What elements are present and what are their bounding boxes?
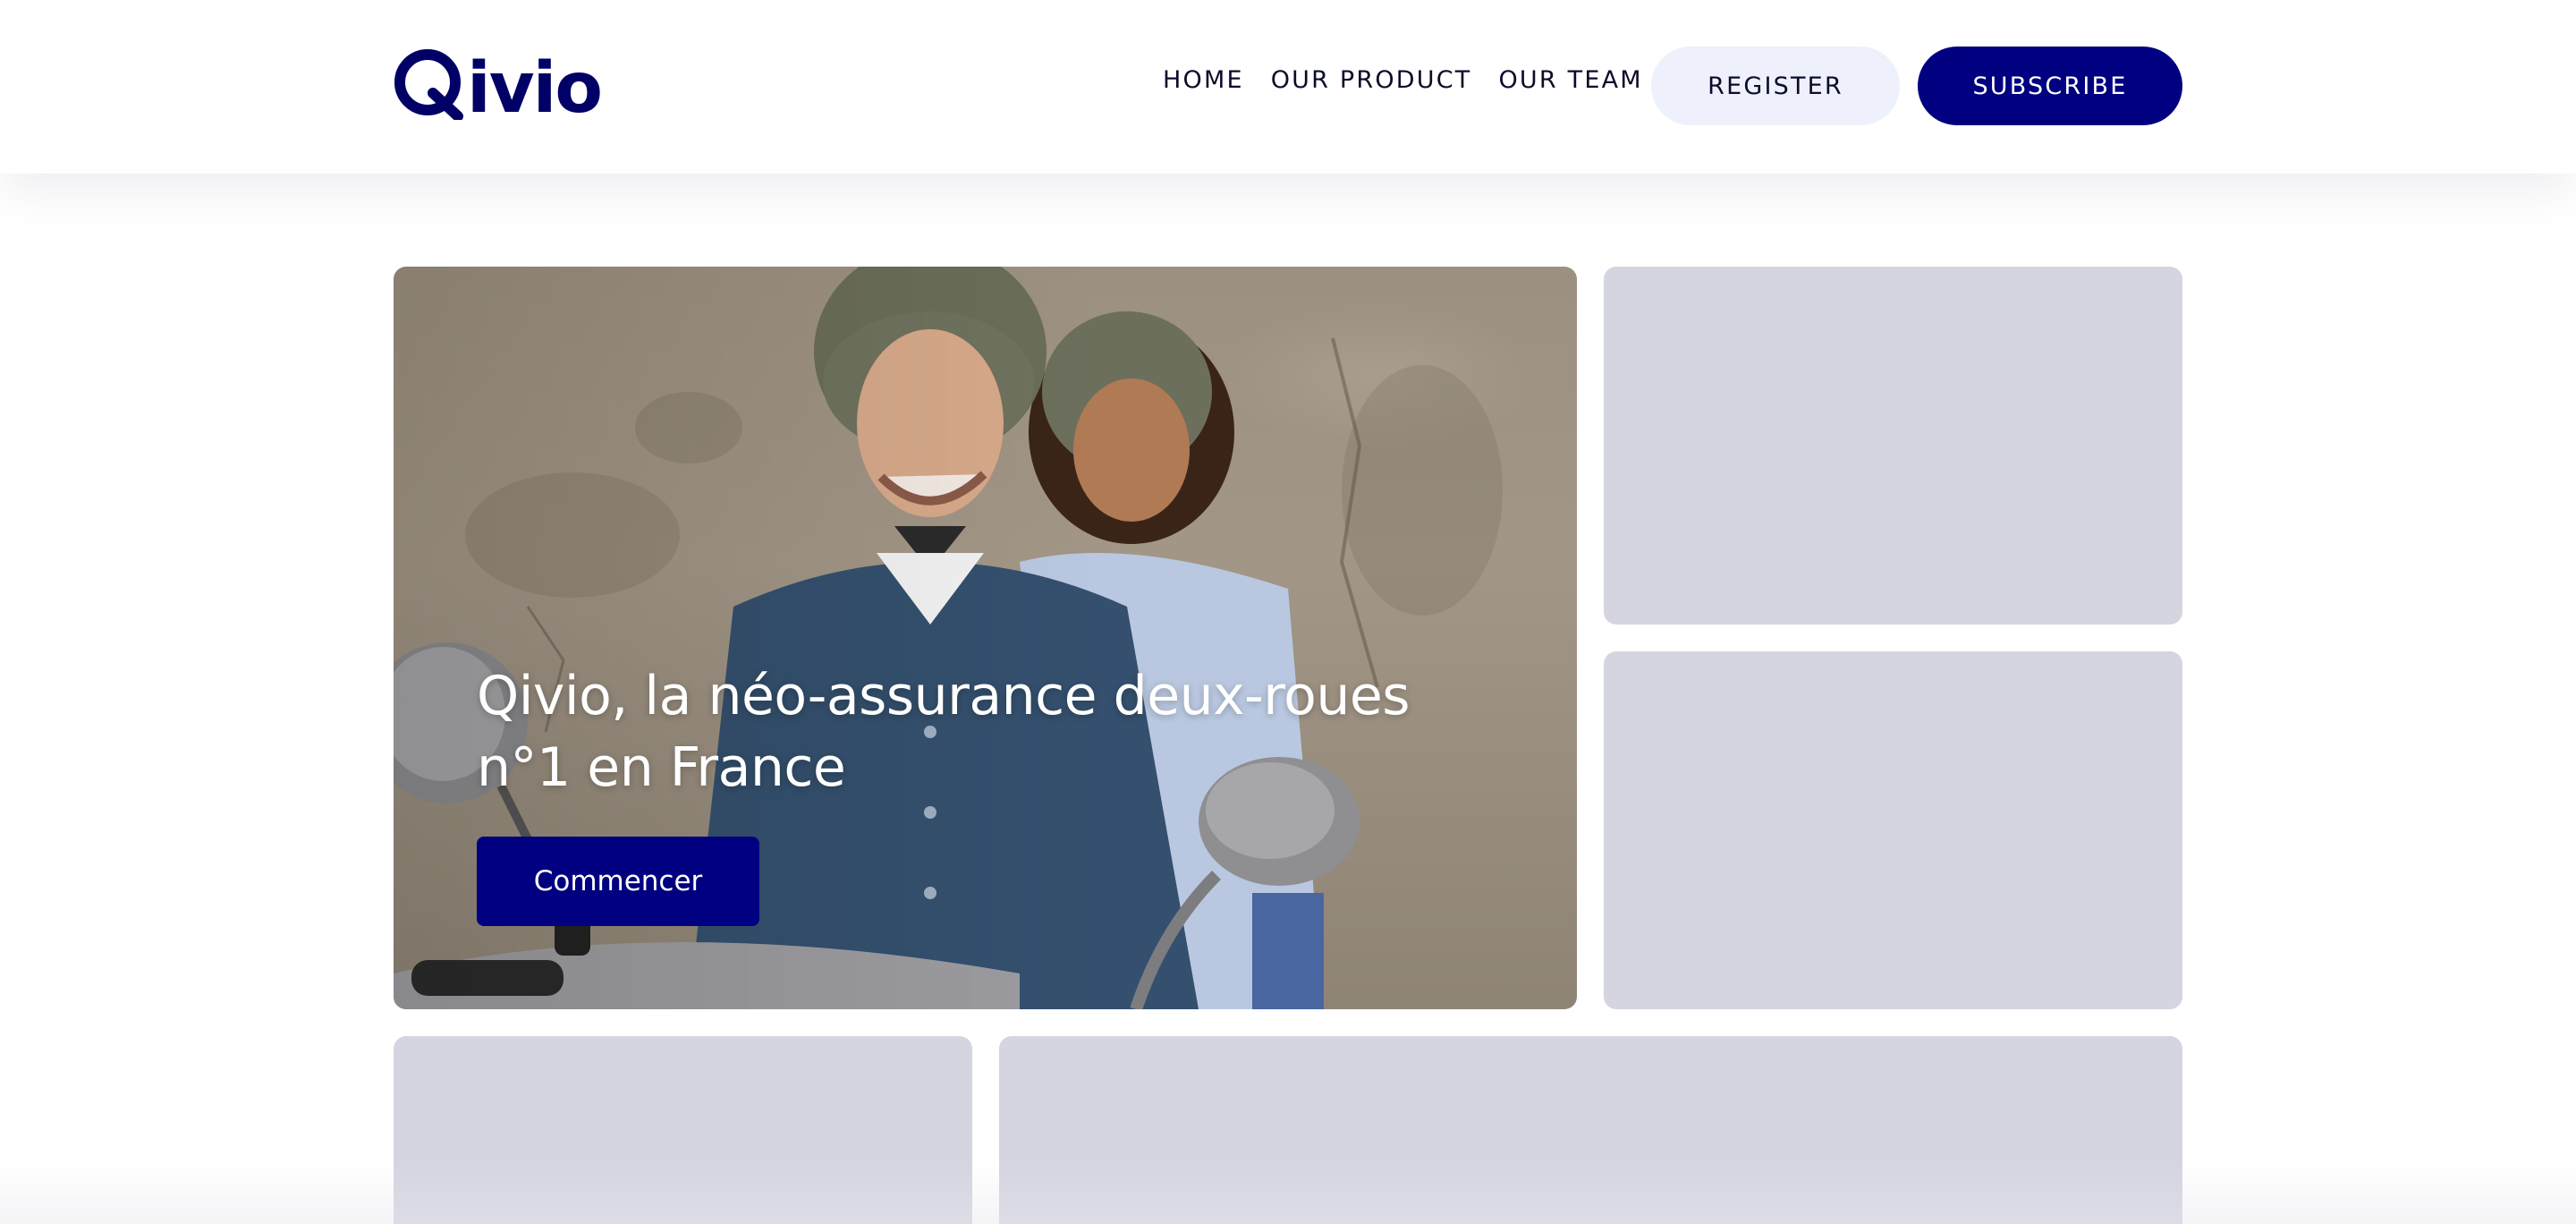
site-header: ivio HOME OUR PRODUCT OUR TEAM REGISTER … <box>0 0 2576 174</box>
subscribe-button[interactable]: SUBSCRIBE <box>1918 47 2182 125</box>
placeholder-card-bottom-right <box>999 1036 2182 1224</box>
hero-card: Qivio, la néo-assurance deux-roues n°1 e… <box>394 267 1577 1009</box>
placeholder-card-top-right <box>1604 267 2182 625</box>
logo-q-mark <box>394 48 465 120</box>
main-nav: HOME OUR PRODUCT OUR TEAM <box>1163 66 1643 94</box>
register-button[interactable]: REGISTER <box>1651 47 1900 125</box>
hero-title: Qivio, la néo-assurance deux-roues n°1 e… <box>477 665 1411 799</box>
commencer-button[interactable]: Commencer <box>477 837 759 926</box>
logo-wordmark: ivio <box>467 48 603 129</box>
nav-home[interactable]: HOME <box>1163 66 1244 94</box>
nav-our-team[interactable]: OUR TEAM <box>1498 66 1642 94</box>
qivio-logo[interactable]: ivio <box>394 39 603 129</box>
nav-our-product[interactable]: OUR PRODUCT <box>1271 66 1472 94</box>
placeholder-card-mid-right <box>1604 651 2182 1009</box>
placeholder-card-bottom-left <box>394 1036 972 1224</box>
